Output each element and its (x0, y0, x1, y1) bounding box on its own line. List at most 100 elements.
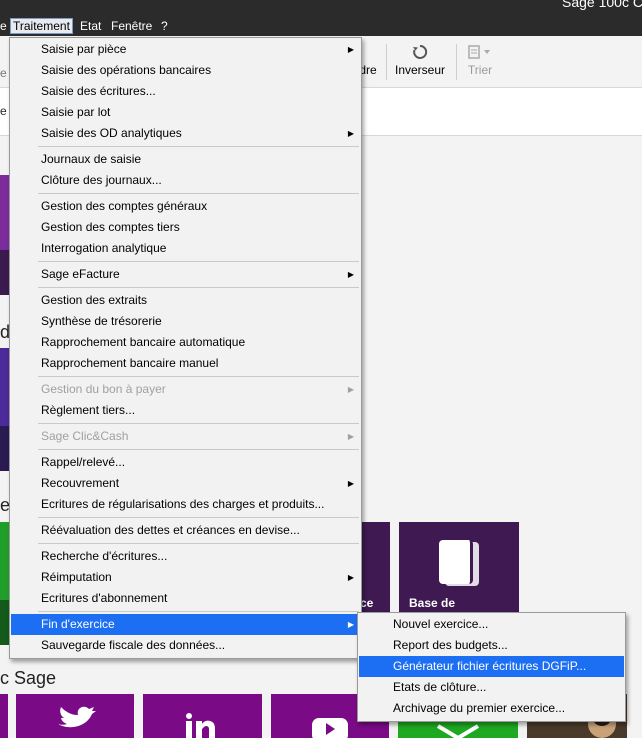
menu-item-saisie-ecritures[interactable]: Saisie des écritures... (11, 81, 360, 102)
menu-item-rappel-releve[interactable]: Rappel/relevé... (11, 452, 360, 473)
menu-item-sage-efacture[interactable]: Sage eFacture ▶ (11, 264, 360, 285)
menu-item-recherche-ecritures[interactable]: Recherche d'écritures... (11, 546, 360, 567)
menu-item-label: Règlement tiers... (41, 403, 136, 417)
menu-item-fin-exercice[interactable]: Fin d'exercice ▶ (11, 614, 360, 635)
menu-item-comptes-generaux[interactable]: Gestion des comptes généraux (11, 196, 360, 217)
linkedin-icon (186, 713, 215, 738)
menu-separator (38, 146, 359, 147)
submenu-item-archivage[interactable]: Archivage du premier exercice... (359, 698, 624, 719)
menu-item-label: Rappel/relevé... (41, 455, 126, 469)
menu-item-gestion-extraits[interactable]: Gestion des extraits (11, 290, 360, 311)
submenu-arrow-icon: ▶ (347, 432, 354, 441)
menu-bar: e Traitement Etat Fenêtre ? (0, 16, 642, 36)
menu-item-label: Sage eFacture (41, 267, 120, 281)
menu-item-label: Synthèse de trésorerie (41, 314, 162, 328)
menu-item-label: Clôture des journaux... (41, 173, 162, 187)
twitter-tile[interactable] (16, 694, 134, 738)
sort-icon (462, 42, 498, 62)
inverseur-button[interactable]: Inverseur (393, 42, 447, 84)
trier-label: Trier (467, 63, 493, 77)
menu-item-ecritures-regularisations[interactable]: Ecritures de régularisations des charges… (11, 494, 360, 515)
menu-item-label: Ecritures de régularisations des charges… (41, 497, 325, 511)
submenu-item-nouvel-exercice[interactable]: Nouvel exercice... (359, 614, 624, 635)
menu-item-label: Gestion des comptes tiers (41, 220, 180, 234)
title-bar: Sage 100c C (0, 0, 642, 16)
menu-item-cloture-journaux[interactable]: Clôture des journaux... (11, 170, 360, 191)
submenu-item-generateur-dgfip[interactable]: Générateur fichier écritures DGFiP... (359, 656, 624, 677)
menu-item-reimputation[interactable]: Réimputation ▶ (11, 567, 360, 588)
menu-item-label: Générateur fichier écritures DGFiP... (393, 659, 587, 673)
menu-item-ecritures-abonnement[interactable]: Ecritures d'abonnement (11, 588, 360, 609)
menu-item-label: Sage Clic&Cash (41, 429, 129, 443)
menu-separator (38, 543, 359, 544)
menu-item-label: Sauvegarde fiscale des données... (41, 638, 226, 652)
menu-item-sauvegarde-fiscale[interactable]: Sauvegarde fiscale des données... (11, 635, 360, 656)
menu-item-rapprochement-manuel[interactable]: Rapprochement bancaire manuel (11, 353, 360, 374)
menu-separator (38, 449, 359, 450)
menu-separator (38, 611, 359, 612)
menu-item-label: Saisie des OD analytiques (41, 126, 182, 140)
menu-item-label: Fin d'exercice (41, 617, 115, 631)
menu-item-label: Gestion des comptes généraux (41, 199, 208, 213)
menu-fichier-partial[interactable]: e (0, 18, 9, 34)
submenu-arrow-icon: ▶ (347, 620, 354, 629)
menu-item-recouvrement[interactable]: Recouvrement ▶ (11, 473, 360, 494)
tile-partial[interactable]: ce (360, 522, 390, 614)
menu-item-comptes-tiers[interactable]: Gestion des comptes tiers (11, 217, 360, 238)
refresh-icon (393, 42, 447, 62)
traitement-menu: Saisie par pièce ▶ Saisie des opérations … (9, 37, 362, 659)
menu-separator (38, 193, 359, 194)
linkedin-tile[interactable] (143, 694, 262, 738)
menu-item-label: Ecritures d'abonnement (41, 591, 168, 605)
menu-item-synthese-tresorerie[interactable]: Synthèse de trésorerie (11, 311, 360, 332)
menu-item-interrogation-analytique[interactable]: Interrogation analytique (11, 238, 360, 259)
menu-item-label: Saisie par pièce (41, 42, 127, 56)
trier-button[interactable]: Trier (462, 42, 498, 84)
menu-item-saisie-par-lot[interactable]: Saisie par lot (11, 102, 360, 123)
menu-item-saisie-par-piece[interactable]: Saisie par pièce ▶ (11, 39, 360, 60)
menu-item-reevaluation-devise[interactable]: Réévaluation des dettes et créances en d… (11, 520, 360, 541)
submenu-item-etats-cloture[interactable]: Etats de clôture... (359, 677, 624, 698)
menu-separator (38, 376, 359, 377)
menu-item-rapprochement-automatique[interactable]: Rapprochement bancaire automatique (11, 332, 360, 353)
submenu-item-report-budgets[interactable]: Report des budgets... (359, 635, 624, 656)
menu-traitement[interactable]: Traitement (10, 18, 73, 34)
menu-item-saisie-operations-bancaires[interactable]: Saisie des opérations bancaires (11, 60, 360, 81)
menu-item-label: Report des budgets... (393, 638, 508, 652)
menu-item-label: Rapprochement bancaire automatique (41, 335, 246, 349)
menu-item-label: Archivage du premier exercice... (393, 701, 566, 715)
menu-item-label: Saisie des écritures... (41, 84, 156, 98)
menu-fenetre[interactable]: Fenêtre (109, 18, 154, 34)
menu-etat[interactable]: Etat (78, 18, 103, 34)
social-tile-edge (0, 694, 8, 738)
menu-item-reglement-tiers[interactable]: Règlement tiers... (11, 400, 360, 421)
twitter-icon (58, 706, 96, 728)
menu-item-journaux-de-saisie[interactable]: Journaux de saisie (11, 149, 360, 170)
toolbar-separator (386, 44, 387, 80)
menu-separator (38, 287, 359, 288)
menu-item-label: Rapprochement bancaire manuel (41, 356, 219, 370)
tile-base-de[interactable]: Base de (399, 522, 519, 614)
submenu-arrow-icon: ▶ (347, 270, 354, 279)
menu-item-sage-clic-cash: Sage Clic&Cash ▶ (11, 426, 360, 447)
sage-section-heading: c Sage (0, 668, 57, 688)
menu-help[interactable]: ? (159, 18, 170, 34)
menu-item-label: Gestion des extraits (41, 293, 148, 307)
menu-item-label: Etats de clôture... (393, 680, 487, 694)
menu-item-label: Gestion du bon à payer (41, 382, 166, 396)
menu-item-label: Interrogation analytique (41, 241, 167, 255)
menu-separator (38, 423, 359, 424)
toolbar-left-fragment: e (0, 66, 7, 80)
menu-item-label: Réimputation (41, 570, 112, 584)
submenu-arrow-icon: ▶ (347, 479, 354, 488)
menu-item-saisie-od-analytiques[interactable]: Saisie des OD analytiques ▶ (11, 123, 360, 144)
tile-partial-label: ce (360, 596, 374, 610)
submenu-arrow-icon: ▶ (347, 573, 354, 582)
menu-item-label: Recouvrement (41, 476, 120, 490)
searchbar-left-fragment: e (0, 104, 7, 118)
menu-separator (38, 261, 359, 262)
window-title: Sage 100c C (562, 0, 642, 10)
menu-item-label: Saisie des opérations bancaires (41, 63, 212, 77)
submenu-arrow-icon: ▶ (347, 385, 354, 394)
menu-separator (38, 517, 359, 518)
